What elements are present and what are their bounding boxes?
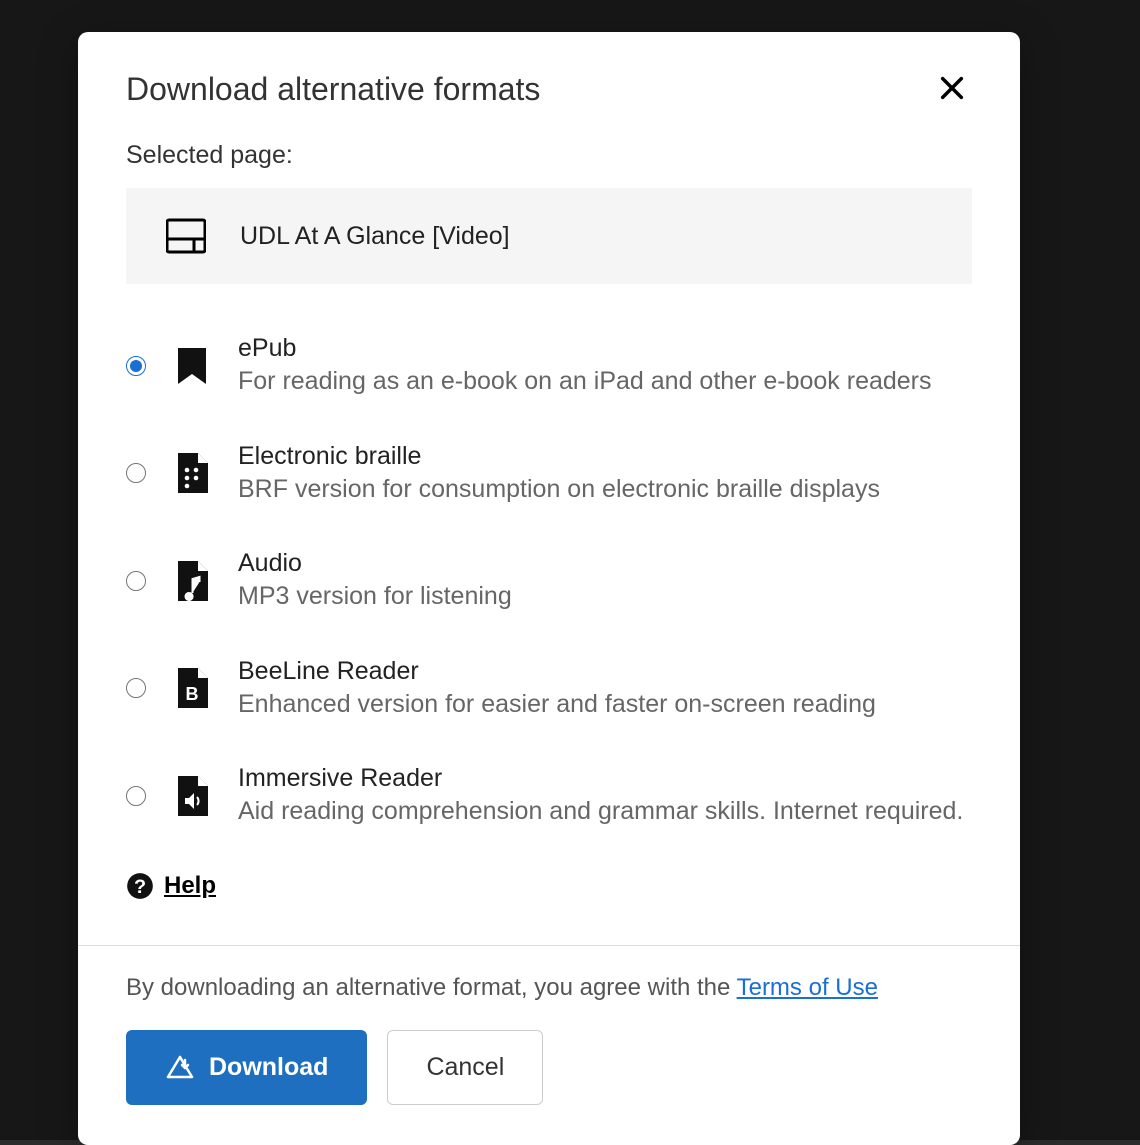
terms-of-use-link[interactable]: Terms of Use — [737, 974, 878, 1001]
format-desc: Enhanced version for easier and faster o… — [238, 688, 972, 721]
beeline-file-icon: B — [172, 668, 212, 708]
audio-file-icon — [172, 561, 212, 601]
download-icon — [165, 1054, 195, 1080]
close-button[interactable] — [932, 68, 972, 111]
format-title: Audio — [238, 549, 972, 578]
format-option-epub[interactable]: ePub For reading as an e-book on an iPad… — [126, 334, 972, 398]
format-radio-audio[interactable] — [126, 571, 146, 591]
format-option-braille[interactable]: Electronic braille BRF version for consu… — [126, 442, 972, 506]
modal-header: Download alternative formats — [78, 32, 1020, 111]
modal-footer: By downloading an alternative format, yo… — [78, 945, 1020, 1145]
format-radio-immersive[interactable] — [126, 786, 146, 806]
format-option-beeline[interactable]: B BeeLine Reader Enhanced version for ea… — [126, 657, 972, 721]
selected-page-box: UDL At A Glance [Video] — [126, 188, 972, 284]
cancel-button[interactable]: Cancel — [387, 1030, 543, 1105]
modal-title: Download alternative formats — [126, 71, 540, 108]
format-title: Electronic braille — [238, 442, 972, 471]
format-options: ePub For reading as an e-book on an iPad… — [126, 334, 972, 828]
selected-page-name: UDL At A Glance [Video] — [240, 222, 510, 251]
format-desc: BRF version for consumption on electroni… — [238, 473, 972, 506]
format-option-immersive[interactable]: Immersive Reader Aid reading comprehensi… — [126, 764, 972, 828]
svg-text:B: B — [186, 684, 199, 704]
format-radio-epub[interactable] — [126, 356, 146, 376]
format-title: ePub — [238, 334, 972, 363]
close-icon — [938, 74, 966, 102]
format-desc: For reading as an e-book on an iPad and … — [238, 365, 972, 398]
help-link[interactable]: ? Help — [126, 872, 216, 900]
format-title: BeeLine Reader — [238, 657, 972, 686]
download-formats-modal: Download alternative formats Selected pa… — [78, 32, 1020, 1145]
help-label: Help — [164, 872, 216, 900]
format-title: Immersive Reader — [238, 764, 972, 793]
format-radio-beeline[interactable] — [126, 678, 146, 698]
format-desc: MP3 version for listening — [238, 580, 972, 613]
page-icon — [166, 218, 206, 254]
modal-body: Selected page: UDL At A Glance [Video] e… — [78, 111, 1020, 905]
format-option-audio[interactable]: Audio MP3 version for listening — [126, 549, 972, 613]
format-desc: Aid reading comprehension and grammar sk… — [238, 795, 972, 828]
selected-page-label: Selected page: — [126, 141, 972, 170]
download-button[interactable]: Download — [126, 1030, 367, 1105]
terms-prefix: By downloading an alternative format, yo… — [126, 974, 737, 1001]
bookmark-icon — [172, 346, 212, 386]
svg-text:?: ? — [134, 876, 146, 898]
braille-file-icon — [172, 453, 212, 493]
help-icon: ? — [126, 872, 154, 900]
format-radio-braille[interactable] — [126, 463, 146, 483]
terms-text: By downloading an alternative format, yo… — [126, 974, 972, 1002]
download-label: Download — [209, 1053, 328, 1082]
cancel-label: Cancel — [426, 1053, 504, 1082]
immersive-file-icon — [172, 776, 212, 816]
